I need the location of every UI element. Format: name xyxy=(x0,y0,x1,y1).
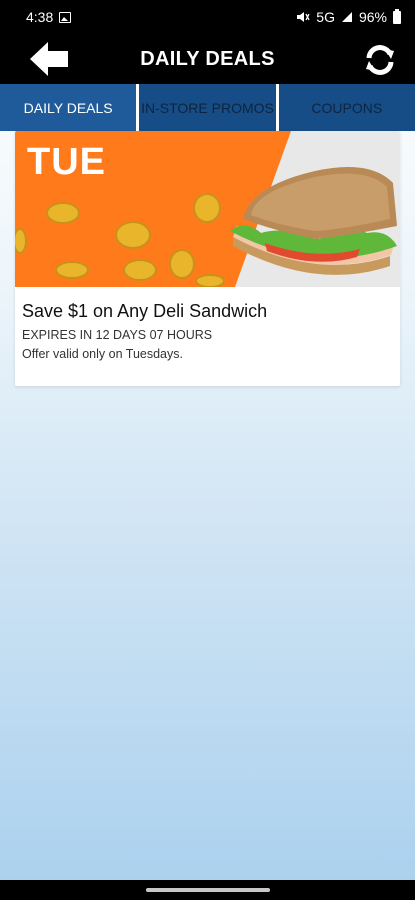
tab-bar: DAILY DEALS IN-STORE PROMOS COUPONS xyxy=(0,84,415,131)
mute-icon xyxy=(297,12,310,22)
battery-icon xyxy=(393,8,401,24)
system-nav-bar xyxy=(0,880,415,900)
tab-daily-deals[interactable]: DAILY DEALS xyxy=(0,84,137,131)
deal-card[interactable]: TUE Save $1 on Any Deli Sandwich EXPIRES… xyxy=(15,131,400,386)
tab-coupons[interactable]: COUPONS xyxy=(278,84,415,131)
refresh-icon[interactable] xyxy=(361,41,399,79)
tab-label: IN-STORE PROMOS xyxy=(141,99,274,116)
deal-title: Save $1 on Any Deli Sandwich xyxy=(22,301,268,321)
clock: 4:38 xyxy=(26,9,54,25)
tab-in-store-promos[interactable]: IN-STORE PROMOS xyxy=(139,84,276,131)
tab-label: COUPONS xyxy=(311,99,383,116)
deal-day-label: TUE xyxy=(27,141,106,183)
status-left: 4:38 xyxy=(26,9,72,25)
deal-expiry: EXPIRES IN 12 DAYS 07 HOURS xyxy=(22,328,213,342)
deal-note: Offer valid only on Tuesdays. xyxy=(22,347,183,361)
status-right: 5G 96% xyxy=(296,8,401,25)
signal-icon xyxy=(341,12,352,22)
network-type: 5G xyxy=(316,9,335,25)
back-arrow-icon[interactable] xyxy=(28,40,70,78)
battery-percent: 96% xyxy=(358,9,387,25)
page-title: DAILY DEALS xyxy=(140,47,275,70)
status-bar: 4:38 5G 96% xyxy=(0,0,415,34)
app-header: DAILY DEALS xyxy=(0,34,415,84)
gallery-icon xyxy=(59,11,72,23)
home-gesture-handle[interactable] xyxy=(146,888,270,892)
tab-label: DAILY DEALS xyxy=(23,99,113,116)
